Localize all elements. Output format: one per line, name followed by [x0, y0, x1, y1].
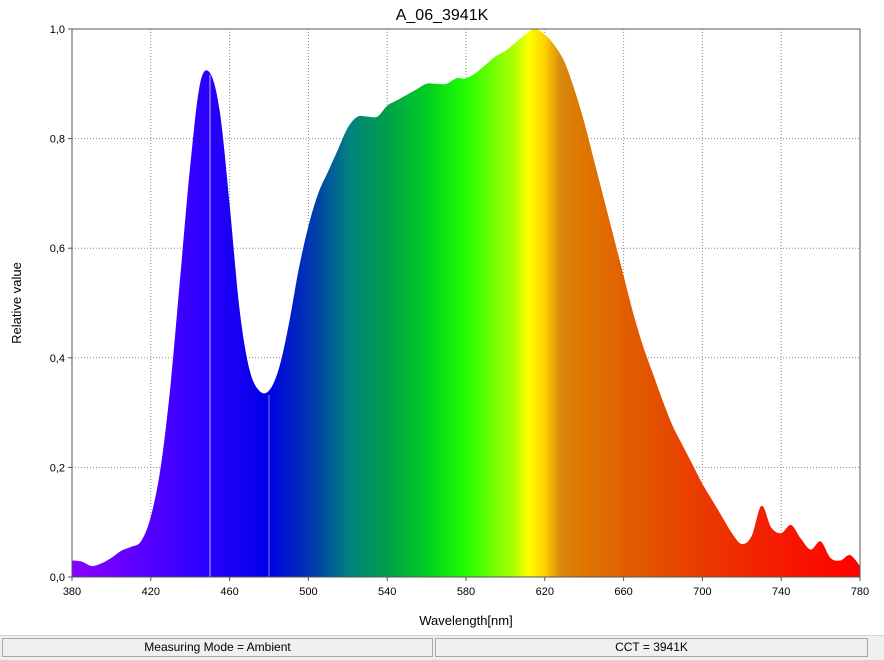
x-tick-label: 740	[772, 586, 790, 598]
x-tick-label: 460	[220, 586, 238, 598]
y-tick-label: 0,4	[50, 353, 65, 365]
x-tick-label: 660	[614, 586, 632, 598]
x-tick-label: 780	[851, 586, 869, 598]
x-tick-label: 700	[693, 586, 711, 598]
x-tick-label: 500	[299, 586, 317, 598]
x-tick-label: 580	[457, 586, 475, 598]
cct-status: CCT = 3941K	[435, 638, 868, 657]
y-tick-label: 0,2	[50, 462, 65, 474]
y-tick-label: 0,0	[50, 572, 65, 584]
chart-title: A_06_3941K	[396, 7, 489, 24]
y-tick-label: 0,8	[50, 134, 65, 146]
y-tick-label: 1,0	[50, 24, 65, 36]
measuring-mode-status: Measuring Mode = Ambient	[2, 638, 433, 657]
y-axis-label: Relative value	[9, 262, 24, 344]
status-bar: Measuring Mode = Ambient CCT = 3941K	[0, 635, 884, 660]
x-tick-label: 380	[63, 586, 81, 598]
x-axis-label: Wavelength[nm]	[419, 613, 512, 628]
y-tick-label: 0,6	[50, 243, 65, 255]
x-tick-label: 420	[142, 586, 160, 598]
x-tick-label: 540	[378, 586, 396, 598]
spectrum-chart: 380 420 460 500 540 580 620 660 700 740 780 0,0 0,2 0…	[9, 7, 869, 628]
x-tick-label: 620	[536, 586, 554, 598]
